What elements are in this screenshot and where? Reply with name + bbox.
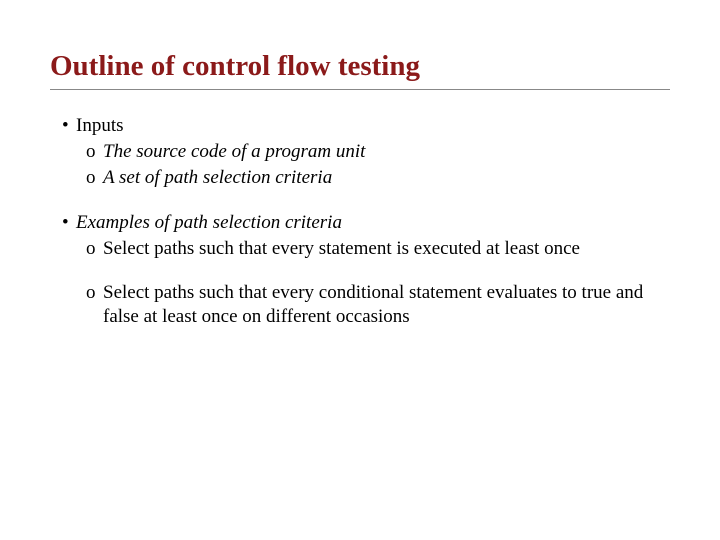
sub-list-item: oSelect paths such that every conditiona… [86, 281, 670, 329]
slide-container: Outline of control flow testing •Inputso… [0, 0, 720, 328]
list-item-label: Inputs [76, 115, 124, 136]
sub-bullet-icon: o [86, 140, 103, 164]
sub-list-item: oSelect paths such that every statement … [86, 237, 670, 261]
sub-bullet-icon: o [86, 166, 103, 190]
bullet-icon: • [62, 211, 76, 235]
sub-list-item-label: The source code of a program unit [103, 141, 365, 162]
sub-list-item-label: A set of path selection criteria [103, 167, 332, 188]
slide-title: Outline of control flow testing [50, 50, 670, 90]
sub-list-item-label: Select paths such that every conditional… [103, 282, 643, 327]
sub-list-item-label: Select paths such that every statement i… [103, 238, 580, 259]
list-item: •Examples of path selection criteriaoSel… [62, 211, 670, 328]
bullet-icon: • [62, 114, 76, 138]
sub-list: oSelect paths such that every statement … [62, 237, 670, 328]
sub-bullet-icon: o [86, 237, 103, 261]
list-item-label: Examples of path selection criteria [76, 212, 342, 233]
sub-list-item: oThe source code of a program unit [86, 140, 670, 164]
sub-list-item: oA set of path selection criteria [86, 166, 670, 190]
sub-bullet-icon: o [86, 281, 103, 305]
list-item: •Inputs oThe source code of a program uni… [62, 114, 670, 189]
sub-list: oThe source code of a program unitoA set… [62, 140, 670, 190]
bullet-list: •InputsoThe source code of a program uni… [50, 114, 670, 328]
